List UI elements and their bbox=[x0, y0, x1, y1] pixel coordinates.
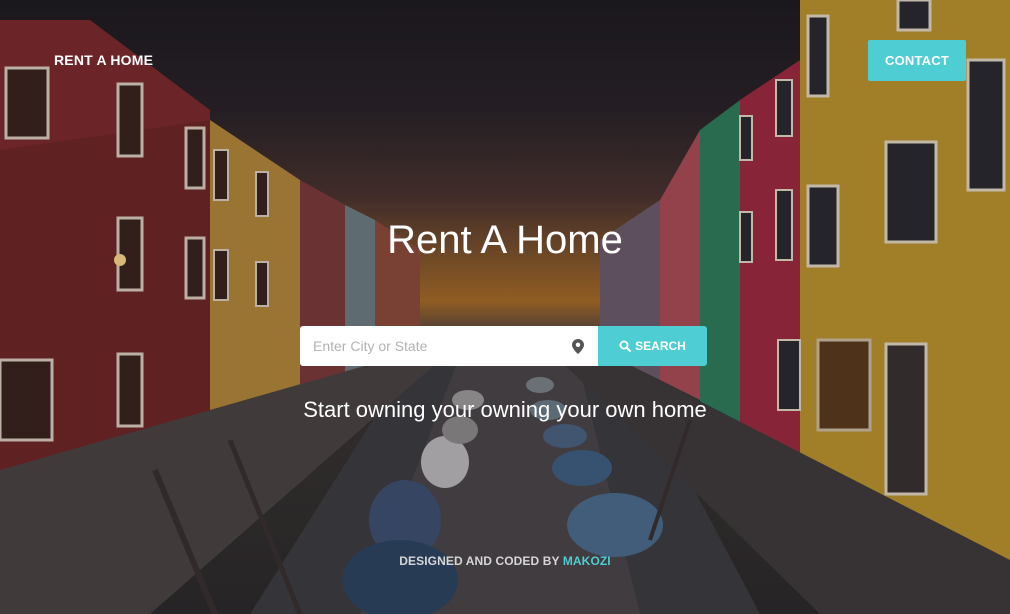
brand-link[interactable]: RENT A HOME bbox=[54, 52, 153, 68]
page-title: Rent A Home bbox=[387, 218, 623, 262]
search-button[interactable]: SEARCH bbox=[598, 326, 707, 366]
map-pin-icon bbox=[572, 339, 584, 354]
author-link[interactable]: MAKOZI bbox=[563, 554, 611, 568]
search-button-label: SEARCH bbox=[635, 339, 686, 353]
search-icon bbox=[619, 340, 632, 352]
search-form: SEARCH bbox=[300, 326, 707, 366]
hero-tagline: Start owning your owning your own home bbox=[303, 397, 707, 422]
background-overlay bbox=[0, 0, 1010, 614]
footer-credit-prefix: DESIGNED AND CODED BY bbox=[399, 554, 563, 568]
search-input[interactable] bbox=[300, 326, 598, 366]
hero-section bbox=[0, 0, 1010, 614]
footer-credit: DESIGNED AND CODED BY MAKOZI bbox=[0, 554, 1010, 568]
contact-button[interactable]: CONTACT bbox=[868, 40, 966, 81]
